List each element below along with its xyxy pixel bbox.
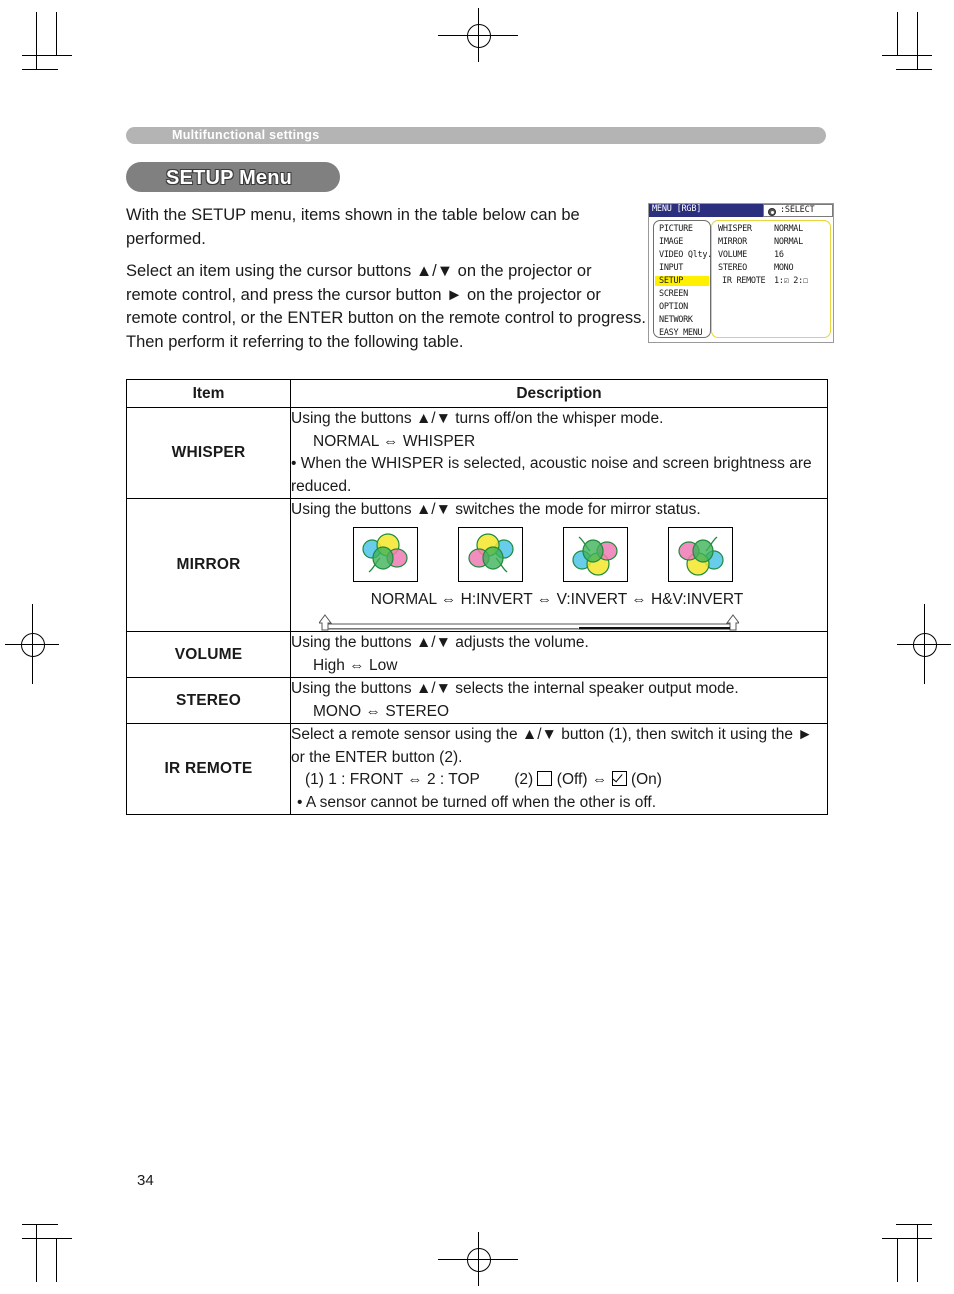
osd-menu-list: PICTURE IMAGE VIDEO Qlty. INPUT SETUP SC… [653, 220, 712, 338]
ir-remote-option-1: (1) 1 : FRONT ⇔ 2 : TOP [305, 771, 480, 788]
row-description-ir-remote: Select a remote sensor using the ▲/▼ but… [290, 723, 828, 815]
osd-menu-item-video-qlty[interactable]: VIDEO Qlty. [659, 250, 712, 260]
osd-menu-item-input[interactable]: INPUT [659, 263, 683, 273]
balloons-normal-icon [353, 526, 418, 582]
intro-text: With the SETUP menu, items shown in the … [126, 204, 646, 363]
column-header-item: Item [126, 379, 291, 408]
osd-menu-item-image[interactable]: IMAGE [659, 237, 683, 247]
osd-menu-item-option[interactable]: OPTION [659, 302, 688, 312]
table-header-row: Item Description [126, 379, 828, 408]
page-title-pill: SETUP Menu [126, 162, 340, 192]
row-description-stereo: Using the buttons ▲/▼ selects the intern… [290, 677, 828, 724]
osd-settings-panel: WHISPER NORMAL MIRROR NORMAL VOLUME 16 S… [711, 220, 831, 338]
row-item-ir-remote: IR REMOTE [126, 723, 291, 815]
osd-menu-item-picture[interactable]: PICTURE [659, 224, 693, 234]
column-header-description: Description [290, 379, 828, 408]
mirror-mode-labels: NORMAL ⇔ H:INVERT ⇔ V:INVERT ⇔ H&V:INVER… [291, 589, 819, 612]
mirror-sep-1: ⇔ [440, 590, 457, 608]
mirror-mode-hv-invert: H&V:INVERT [651, 590, 744, 608]
osd-title-label: MENU [RGB] [652, 204, 702, 214]
table-row: MIRROR Using the buttons ▲/▼ switches th… [126, 498, 828, 632]
ir-remote-line-2: • A sensor cannot be turned off when the… [297, 793, 657, 811]
whisper-line-1: Using the buttons ▲/▼ turns off/on the w… [291, 410, 664, 427]
row-description-volume: Using the buttons ▲/▼ adjusts the volume… [290, 631, 828, 678]
document-page: Multifunctional settings SETUP Menu With… [0, 0, 954, 1294]
balloons-hv-invert-icon [668, 526, 733, 582]
table-row: IR REMOTE Select a remote sensor using t… [126, 723, 828, 815]
ir-remote-line-1: Select a remote sensor using the ▲/▼ but… [291, 726, 813, 766]
mirror-cycle-arrow [291, 611, 819, 631]
ir-remote-separator: ⇔ [591, 771, 608, 788]
intro-paragraph-1: With the SETUP menu, items shown in the … [126, 206, 580, 248]
setup-menu-table: Item Description WHISPER Using the butto… [126, 379, 828, 815]
volume-line-2: High ⇔ Low [313, 656, 398, 674]
row-item-stereo: STEREO [126, 677, 291, 724]
ir-remote-on-label: (On) [630, 771, 662, 788]
table-row: WHISPER Using the buttons ▲/▼ turns off/… [126, 407, 828, 499]
osd-select-label: :SELECT [780, 205, 815, 215]
dpad-icon [768, 207, 776, 216]
mirror-mode-normal: NORMAL [370, 590, 437, 608]
mirror-line-1: Using the buttons ▲/▼ switches the mode … [291, 501, 701, 518]
mirror-sep-3: ⇔ [631, 590, 647, 608]
registration-mark-right [897, 604, 951, 684]
osd-setting-value-stereo[interactable]: MONO [774, 263, 794, 273]
row-item-volume: VOLUME [126, 631, 291, 678]
osd-setting-value-volume[interactable]: 16 [774, 250, 784, 260]
row-item-whisper: WHISPER [126, 407, 291, 499]
osd-screenshot: MENU [RGB] :SELECT PICTURE IMAGE VIDEO Q… [648, 203, 834, 343]
balloons-h-invert-icon [458, 526, 523, 582]
checkbox-on-icon[interactable] [611, 771, 627, 786]
mirror-icon-strip [291, 526, 819, 587]
whisper-line-2: NORMAL ⇔ WHISPER [313, 432, 476, 450]
mirror-sep-2: ⇔ [536, 590, 553, 608]
osd-setting-name-volume: VOLUME [718, 250, 747, 260]
section-banner: Multifunctional settings [126, 127, 826, 144]
osd-menu-item-network[interactable]: NETWORK [659, 315, 693, 325]
mirror-mode-v-invert: V:INVERT [556, 590, 627, 608]
mirror-mode-h-invert: H:INVERT [460, 590, 533, 608]
stereo-line-2: MONO ⇔ STEREO [313, 702, 450, 720]
osd-menu-item-setup[interactable]: SETUP [655, 276, 709, 286]
intro-paragraph-2: Select an item using the cursor buttons … [126, 262, 646, 351]
row-description-whisper: Using the buttons ▲/▼ turns off/on the w… [290, 407, 828, 499]
banner-label: Multifunctional settings [172, 128, 320, 142]
osd-menu-item-screen[interactable]: SCREEN [659, 289, 688, 299]
checkbox-off-icon[interactable] [537, 771, 553, 786]
stereo-line-1: Using the buttons ▲/▼ selects the intern… [291, 680, 739, 697]
whisper-line-3: • When the WHISPER is selected, acoustic… [291, 455, 812, 495]
osd-setting-name-whisper: WHISPER [718, 224, 752, 234]
osd-setting-value-mirror[interactable]: NORMAL [774, 237, 803, 247]
balloons-v-invert-icon [563, 526, 628, 582]
osd-menu-item-easy-menu[interactable]: EASY MENU [659, 328, 703, 338]
page-number: 34 [137, 1172, 154, 1189]
row-description-mirror: Using the buttons ▲/▼ switches the mode … [290, 498, 828, 632]
ir-remote-option-2-prefix: (2) [514, 771, 534, 788]
osd-setting-name-mirror: MIRROR [718, 237, 747, 247]
registration-mark-bottom [438, 1232, 518, 1286]
osd-select-indicator: :SELECT [763, 204, 833, 217]
osd-setting-name-ir-remote: IR REMOTE [722, 276, 766, 286]
ir-remote-off-label: (Off) [556, 771, 588, 788]
osd-setting-name-stereo: STEREO [718, 263, 747, 273]
volume-line-1: Using the buttons ▲/▼ adjusts the volume… [291, 634, 589, 651]
osd-setting-value-ir-remote[interactable]: 1:☑ 2:☐ [774, 276, 808, 286]
ir-remote-option-line: (1) 1 : FRONT ⇔ 2 : TOP (2) (Off) ⇔ (On) [291, 769, 817, 792]
table-row: STEREO Using the buttons ▲/▼ selects the… [126, 677, 828, 724]
registration-mark-left [5, 604, 59, 684]
registration-mark-top [438, 8, 518, 62]
page-title: SETUP Menu [166, 167, 293, 189]
table-row: VOLUME Using the buttons ▲/▼ adjusts the… [126, 631, 828, 678]
row-item-mirror: MIRROR [126, 498, 291, 632]
osd-setting-value-whisper[interactable]: NORMAL [774, 224, 803, 234]
